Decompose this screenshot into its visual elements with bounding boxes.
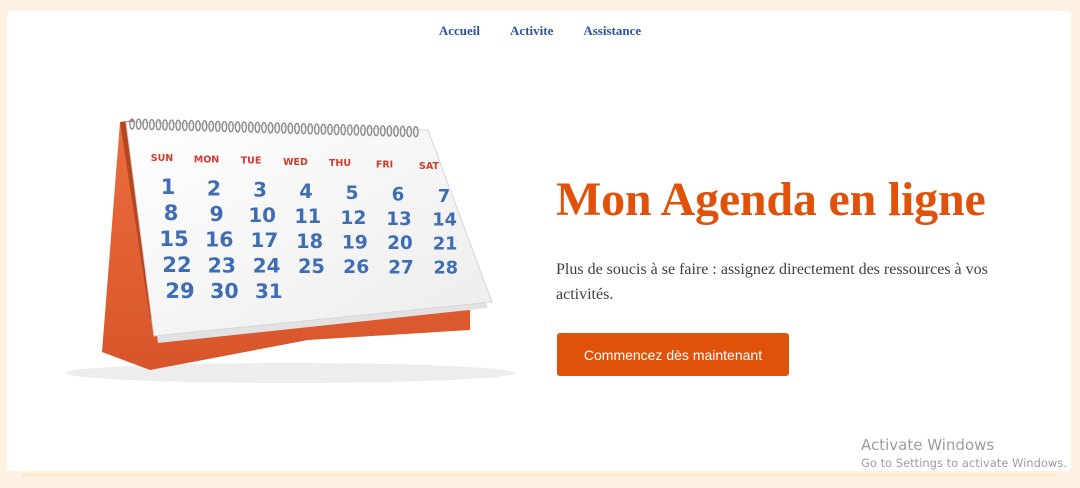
calendar-date: 24 (253, 255, 281, 278)
calendar-day-header: THU (329, 158, 351, 169)
calendar-day-header: SUN (151, 153, 174, 164)
calendar-day-header: MON (194, 154, 220, 165)
calendar-date: 19 (342, 232, 368, 253)
calendar-date: 27 (388, 257, 413, 278)
nav-link-accueil[interactable]: Accueil (439, 23, 480, 39)
calendar-date: 25 (298, 255, 325, 278)
calendar-date: 15 (159, 227, 188, 251)
footer-strip (22, 474, 1056, 488)
page-title: Mon Agenda en ligne (556, 173, 986, 226)
calendar-shadow (65, 363, 515, 383)
top-navigation: Accueil Activite Assistance (0, 22, 1080, 40)
calendar-date: 29 (165, 279, 194, 303)
watermark-title: Activate Windows (861, 436, 995, 454)
calendar-date: 1 (161, 175, 176, 199)
nav-link-assistance[interactable]: Assistance (583, 23, 641, 39)
calendar-date: 17 (251, 229, 279, 252)
calendar-date: 14 (432, 211, 457, 231)
calendar-date: 30 (210, 279, 238, 303)
calendar-date: 3 (253, 179, 267, 202)
calendar-date: 6 (392, 185, 405, 206)
page-subtitle: Plus de soucis à se faire : assignez dir… (556, 261, 988, 303)
calendar-date: 31 (255, 280, 283, 303)
calendar-date: 10 (248, 204, 276, 227)
calendar-date: 7 (438, 187, 450, 207)
calendar-date: 22 (162, 253, 191, 277)
calendar-day-header: TUE (241, 156, 262, 167)
calendar-date: 20 (387, 233, 412, 254)
calendar-date: 4 (299, 180, 312, 203)
calendar-date: 21 (433, 235, 458, 255)
calendar-date: 11 (294, 205, 321, 228)
calendar-day-header: SAT (419, 161, 439, 172)
calendar-date: 26 (343, 257, 369, 278)
calendar-date: 9 (209, 202, 223, 226)
calendar-date: 13 (386, 209, 411, 230)
watermark-subtitle: Go to Settings to activate Windows. (861, 456, 1067, 470)
calendar-date: 12 (340, 208, 366, 229)
nav-link-activite[interactable]: Activite (510, 23, 553, 39)
calendar-date: 2 (207, 176, 221, 200)
windows-activation-watermark: Activate Windows Go to Settings to activ… (861, 436, 1067, 470)
calendar-illustration: SUN MON TUE WED THU FRI SAT 1 2 3 4 5 6 78 9 10 11 12 13 1… (65, 118, 515, 383)
calendar-date: 8 (164, 201, 179, 225)
calendar-date: 5 (345, 183, 358, 204)
calendar-day-header: FRI (376, 160, 393, 171)
calendar-date: 18 (296, 230, 323, 253)
calendar-date: 28 (433, 259, 458, 279)
calendar-date: 23 (208, 253, 236, 277)
calendar-day-header: WED (283, 157, 308, 168)
get-started-button[interactable]: Commencez dès maintenant (557, 333, 789, 376)
calendar-date: 16 (205, 228, 233, 252)
